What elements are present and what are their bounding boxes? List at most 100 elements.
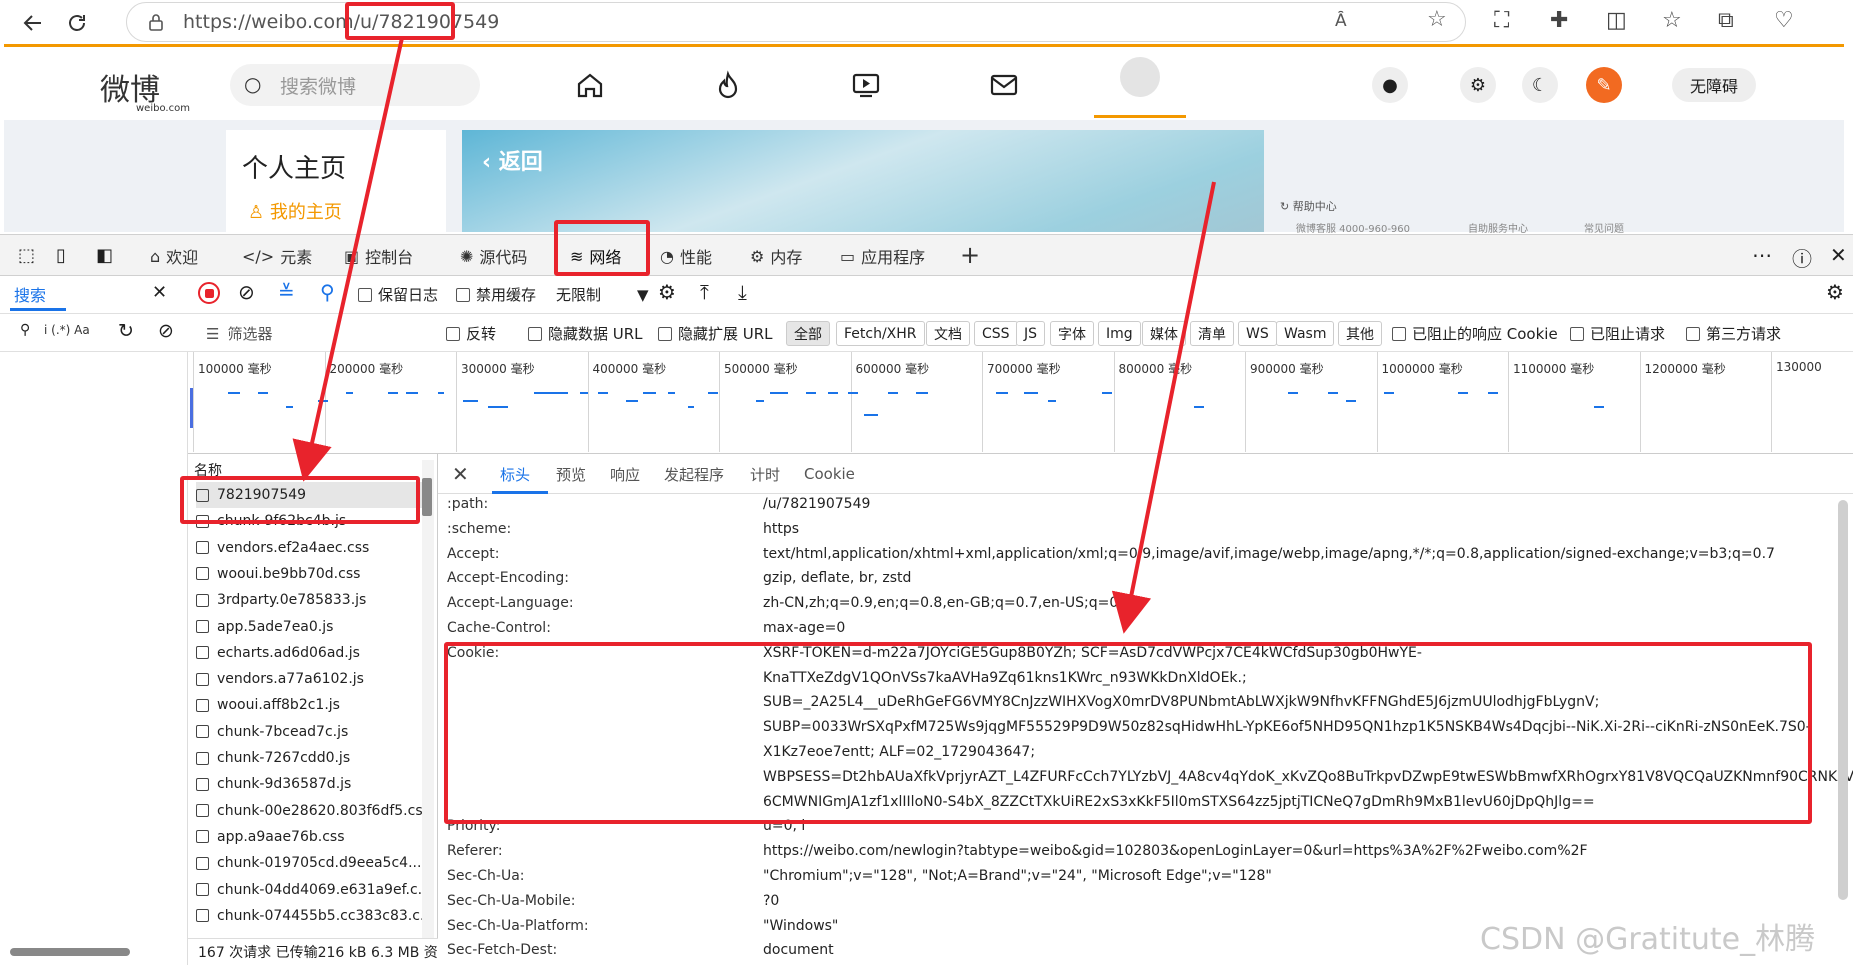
hot-flame-icon[interactable] [706,63,750,107]
sidebar-toggle-icon[interactable]: ◧ [96,245,113,266]
filter-chip-doc[interactable]: 文档 [926,321,970,346]
close-detail-icon[interactable]: ✕ [452,462,469,486]
self-service-link[interactable]: 自助服务中心 [1468,220,1528,235]
third-party-checkbox[interactable]: 第三方请求 [1686,323,1781,344]
lock-icon[interactable] [147,13,165,31]
detail-tab-response[interactable]: 响应 [610,454,640,494]
read-aloud-icon[interactable]: Ȃ [1335,11,1347,31]
detail-tab-headers[interactable]: 标头 [500,454,530,494]
tab-welcome[interactable]: ⌂ 欢迎 [150,235,198,277]
detail-tab-preview[interactable]: 预览 [556,454,586,494]
tab-performance[interactable]: ◔ 性能 [660,235,712,277]
filter-chip-manifest[interactable]: 清单 [1190,321,1234,346]
request-row[interactable]: chunk-9d36587d.js [196,771,422,797]
horizontal-scrollbar[interactable] [10,948,130,956]
home-icon[interactable] [568,63,612,107]
weibo-search-input[interactable]: ○ 搜索微博 [230,64,480,106]
filter-chip-media[interactable]: 媒体 [1142,321,1186,346]
weibo-logo[interactable]: 微博 weibo.com [100,65,190,114]
filter-chip-other[interactable]: 其他 [1338,321,1382,346]
filter-input[interactable]: ☰ 筛选器 [206,323,272,344]
back-link[interactable]: ‹ 返回 [482,144,543,176]
network-settings-icon[interactable]: ⚙ [1826,280,1844,304]
help-center-link[interactable]: ↻ 帮助中心 [1280,198,1337,214]
add-tab-icon[interactable]: + [960,241,980,269]
request-row[interactable]: wooui.aff8b2c1.js [196,692,422,718]
avatar[interactable] [1120,57,1160,97]
refresh-search-icon[interactable]: ↻ [118,320,134,342]
help-icon[interactable]: ⓘ [1792,243,1812,272]
dark-mode-moon-icon[interactable]: ☾ [1522,67,1558,103]
request-row[interactable]: chunk-04dd4069.e631a9ef.c... [196,877,422,903]
request-row[interactable]: chunk-074455b5.cc383c83.c... [196,903,422,929]
import-har-icon[interactable]: ⤒ [700,280,709,304]
request-row[interactable]: chunk-019705cd.d9eea5c4.... [196,850,422,876]
search-tab[interactable]: 搜索 [14,282,46,306]
request-row[interactable]: vendors.ef2a4aec.css [196,535,422,561]
close-search-icon[interactable]: ✕ [152,282,167,303]
filter-chip-img[interactable]: Img [1098,321,1141,346]
detail-tab-timing[interactable]: 计时 [750,454,780,494]
detail-tab-cookie[interactable]: Cookie [804,454,855,494]
browser-essentials-icon[interactable]: ♡ [1774,8,1794,33]
filter-chip-all[interactable]: 全部 [786,321,830,346]
throttle-select[interactable]: 无限制 ▼ [556,284,649,305]
clear-log-icon[interactable]: ⊘ [238,280,255,304]
close-devtools-icon[interactable]: ✕ [1830,243,1847,267]
filter-chip-js[interactable]: JS [1016,321,1046,346]
request-row[interactable]: app.5ade7ea0.js [196,614,422,640]
clear-search-icon[interactable]: ⊘ [158,320,174,342]
detail-tab-initiator[interactable]: 发起程序 [664,454,724,494]
preserve-log-checkbox[interactable]: 保留日志 [358,284,438,305]
tab-application[interactable]: ▭ 应用程序 [840,235,925,277]
export-har-icon[interactable]: ⤓ [738,280,747,304]
filter-chip-fetch[interactable]: Fetch/XHR [836,321,925,346]
tab-console[interactable]: ▣ 控制台 [344,235,413,277]
blocked-cookie-checkbox[interactable]: 已阻止的响应 Cookie [1392,323,1558,344]
record-stop-icon[interactable] [198,282,220,304]
hide-data-url-checkbox[interactable]: 隐藏数据 URL [528,323,643,344]
device-emulation-icon[interactable]: ▯ [56,245,66,266]
inspect-element-icon[interactable]: ⬚ [18,245,35,266]
more-options-icon[interactable]: ⋯ [1752,243,1772,267]
search-network-icon[interactable]: ⚲ [320,280,335,304]
detail-scrollbar[interactable] [1838,500,1848,900]
request-row[interactable]: echarts.ad6d06ad.js [196,640,422,666]
screenshot-icon[interactable]: ⛶ [1494,8,1509,33]
favorites-icon[interactable]: ☆ [1662,8,1682,33]
extensions-icon[interactable]: ✚ [1550,8,1568,33]
back-arrow-icon[interactable] [14,4,52,42]
blocked-requests-checkbox[interactable]: 已阻止请求 [1570,323,1665,344]
filter-toggle-icon[interactable]: ≚ [278,280,295,304]
filter-chip-css[interactable]: CSS [974,321,1018,346]
request-row[interactable]: wooui.be9bb70d.css [196,561,422,587]
message-icon[interactable] [982,63,1026,107]
address-bar[interactable]: https://weibo.com/u/7821907549 Ȃ ☆ [126,2,1466,42]
filter-chip-ws[interactable]: WS [1238,321,1277,346]
compose-icon[interactable]: ✎ [1586,67,1622,103]
request-row[interactable]: chunk-00e28620.803f6df5.css [196,798,422,824]
invert-checkbox[interactable]: 反转 [446,323,496,344]
collections-icon[interactable]: ⧉ [1718,8,1734,33]
filter-chip-font[interactable]: 字体 [1050,321,1094,346]
filter-chip-wasm[interactable]: Wasm [1276,321,1335,346]
request-row[interactable]: vendors.a77a6102.js [196,666,422,692]
request-row[interactable]: chunk-7267cdd0.js [196,745,422,771]
split-screen-icon[interactable]: ◫ [1606,8,1627,33]
accessibility-button[interactable]: 无障碍 [1672,68,1756,102]
request-row[interactable]: chunk-7bcead7c.js [196,719,422,745]
list-scrollbar[interactable] [422,460,434,940]
tab-memory[interactable]: ⚙ 内存 [750,235,802,277]
hide-ext-url-checkbox[interactable]: 隐藏扩展 URL [658,323,773,344]
faq-link[interactable]: 常见问题 [1584,220,1624,235]
my-home-link[interactable]: ♙ 我的主页 [248,198,342,224]
video-icon[interactable] [844,63,888,107]
refresh-icon[interactable] [58,4,96,42]
tab-sources[interactable]: ✺ 源代码 [460,235,527,277]
request-row[interactable]: 3rdparty.0e785833.js [196,587,422,613]
network-conditions-icon[interactable]: ⚙ [658,280,676,304]
game-icon[interactable]: ● [1372,67,1408,103]
favorite-star-icon[interactable]: ☆ [1427,7,1447,32]
settings-gear-icon[interactable]: ⚙ [1460,67,1496,103]
tab-elements[interactable]: </> 元素 [242,235,312,277]
